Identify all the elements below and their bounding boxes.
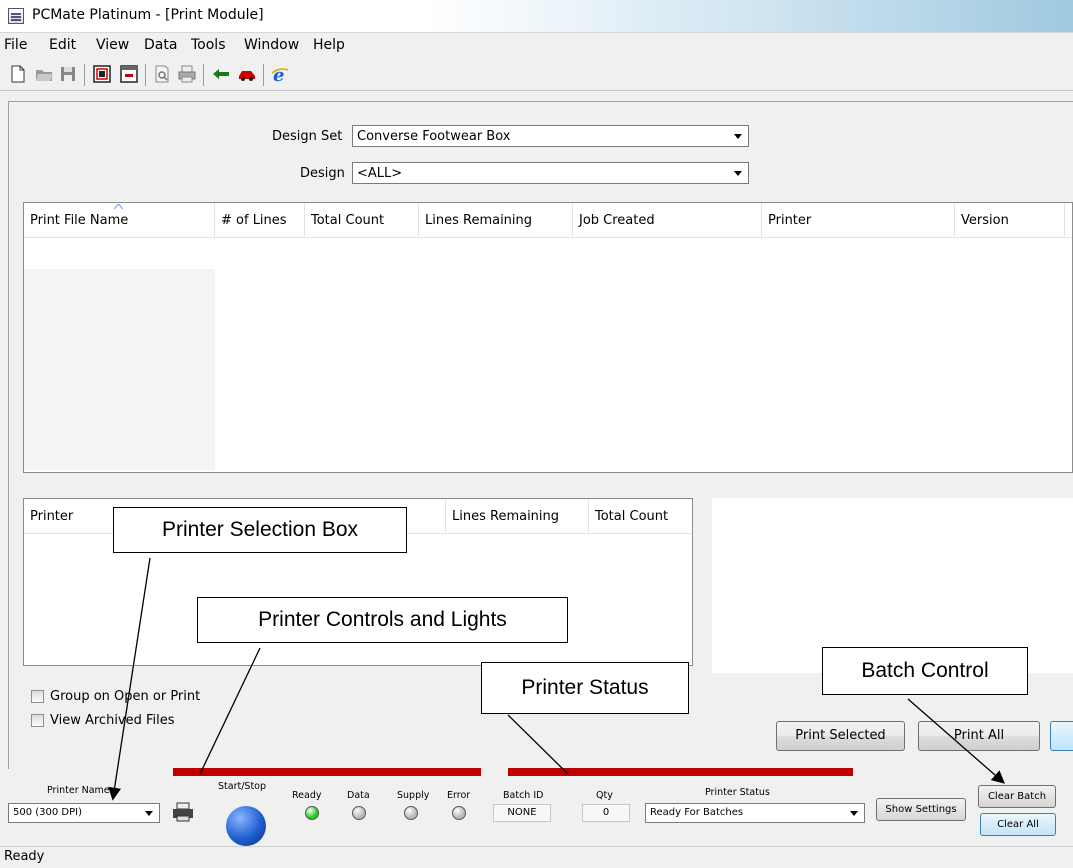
callout-batch-control: Batch Control — [822, 647, 1028, 695]
printer-controls-line — [199, 647, 261, 775]
callout-printer-controls: Printer Controls and Lights — [197, 597, 568, 643]
batch-control-arrow — [907, 698, 1005, 784]
printer-selection-arrow — [108, 557, 151, 801]
status-bar: Ready — [0, 846, 1073, 868]
status-text: Ready — [4, 849, 45, 864]
printer-status-line — [507, 714, 569, 775]
callout-connectors — [108, 557, 1005, 801]
callout-printer-status: Printer Status — [481, 662, 689, 714]
callout-printer-selection: Printer Selection Box — [113, 507, 407, 553]
